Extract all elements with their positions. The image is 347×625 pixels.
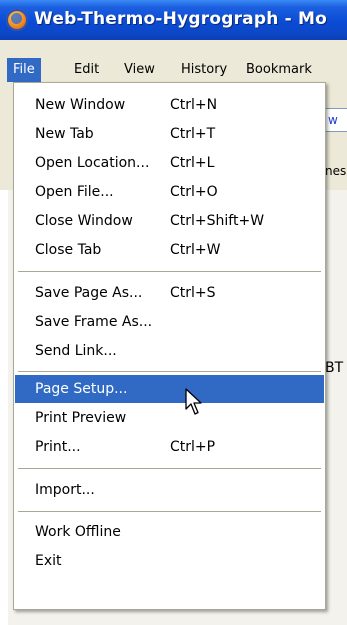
menu-item-print-preview[interactable]: Print Preview [15,404,324,432]
browser-window: Web-Thermo-Hygrograph - Mo File Edit Vie… [0,0,347,625]
menu-item-print[interactable]: Print... Ctrl+P [15,433,324,461]
window-title: Web-Thermo-Hygrograph - Mo [34,9,327,29]
menu-separator [18,271,321,272]
menu-item-save-page-as[interactable]: Save Page As... Ctrl+S [15,279,324,307]
menu-item-open-file[interactable]: Open File... Ctrl+O [15,178,324,206]
mouse-pointer-icon [185,388,202,415]
menu-view[interactable]: View [124,58,155,82]
title-bar[interactable]: Web-Thermo-Hygrograph - Mo [0,0,347,40]
page-text-fragment: BT [325,360,344,376]
menu-separator [18,511,321,512]
menu-history[interactable]: History [181,58,227,82]
firefox-logo-icon [6,9,28,31]
menu-item-close-tab[interactable]: Close Tab Ctrl+W [15,236,324,264]
menu-item-work-offline[interactable]: Work Offline [15,518,324,546]
menu-item-page-setup[interactable]: Page Setup... [15,375,324,403]
bookmarks-toolbar-item[interactable]: nes [325,160,347,182]
menu-item-send-link[interactable]: Send Link... [15,337,324,365]
menu-bookmarks[interactable]: Bookmark [246,58,312,82]
menu-item-import[interactable]: Import... [15,476,324,504]
menu-item-open-location[interactable]: Open Location... Ctrl+L [15,149,324,177]
menu-item-close-window[interactable]: Close Window Ctrl+Shift+W [15,207,324,235]
menu-file[interactable]: File [7,58,41,82]
file-menu-dropdown: New Window Ctrl+N New Tab Ctrl+T Open Lo… [13,82,326,610]
menu-edit[interactable]: Edit [74,58,99,82]
menu-item-save-frame-as[interactable]: Save Frame As... [15,308,324,336]
menu-separator [18,468,321,469]
menu-item-new-window[interactable]: New Window Ctrl+N [15,91,324,119]
menu-bar: File Edit View History Bookmark [0,58,347,82]
menu-item-exit[interactable]: Exit [15,547,324,575]
url-field[interactable]: w [325,108,347,132]
menu-separator [18,371,321,372]
menu-item-new-tab[interactable]: New Tab Ctrl+T [15,120,324,148]
